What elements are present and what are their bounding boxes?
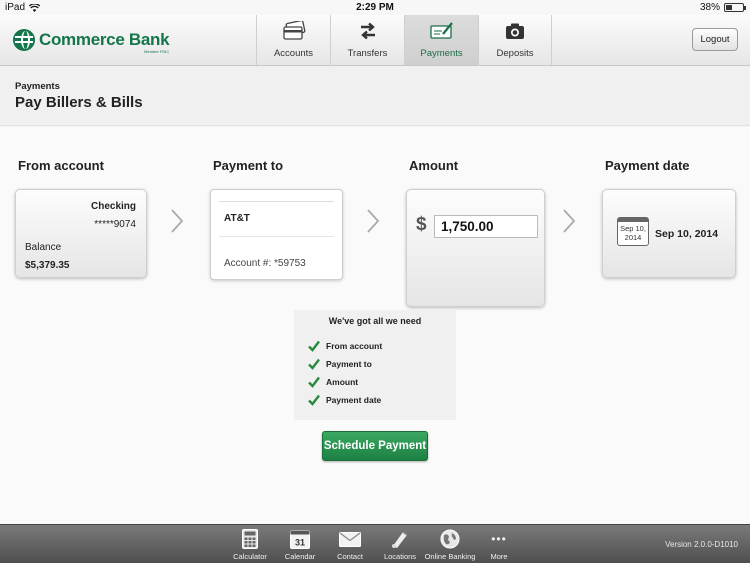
checklist-heading: We've got all we need <box>328 316 422 326</box>
bottom-toolbar: Calculator 31 Calendar Contact Locations… <box>0 524 750 563</box>
tab-transfers[interactable]: Transfers <box>330 15 404 65</box>
envelope-icon <box>339 528 361 550</box>
status-bar: iPad 2:29 PM 38% <box>0 0 750 15</box>
toolbar-contact[interactable]: Contact <box>334 528 366 561</box>
checkmark-icon <box>308 376 320 388</box>
toolbar-locations[interactable]: Locations <box>382 528 418 561</box>
checklist-item-label: Payment to <box>326 359 372 369</box>
toolbar-calendar-label: Calendar <box>284 552 316 561</box>
page-title: Pay Billers & Bills <box>15 94 143 111</box>
calendar-icon-glyph: 31 <box>295 538 305 548</box>
toolbar-calculator-label: Calculator <box>233 552 267 561</box>
currency-symbol: $ <box>416 214 427 235</box>
divider <box>219 236 334 237</box>
tab-deposits-label: Deposits <box>496 48 534 59</box>
chevron-right-icon <box>367 209 380 233</box>
from-account-card[interactable]: Checking *****9074 Balance $5,379.35 <box>15 189 147 278</box>
checklist-item-label: From account <box>326 341 383 351</box>
checklist-item: Payment date <box>308 394 381 406</box>
calculator-icon <box>242 528 258 550</box>
checkmark-icon <box>308 358 320 370</box>
map-pin-icon <box>390 528 410 550</box>
app-header: Commerce Bank Member FDIC Accounts Trans… <box>0 15 750 66</box>
tab-payments[interactable]: Payments <box>404 15 478 65</box>
amount-card: $ 1,750.00 <box>406 189 545 307</box>
amount-input[interactable]: 1,750.00 <box>434 215 538 238</box>
clock: 2:29 PM <box>356 2 394 13</box>
toolbar-more-label: More <box>490 552 508 561</box>
toolbar-locations-label: Locations <box>383 552 417 561</box>
tab-transfers-label: Transfers <box>347 48 388 59</box>
payee-account: Account #: *59753 <box>224 258 306 269</box>
payment-form: From account Payment to Amount Payment d… <box>0 127 750 524</box>
logo-globe-icon <box>13 29 35 51</box>
balance-value: $5,379.35 <box>25 260 70 271</box>
payment-date-value: Sep 10, 2014 <box>655 228 719 240</box>
tab-accounts[interactable]: Accounts <box>256 15 330 65</box>
payment-to-card[interactable]: AT&T Account #: *59753 <box>210 189 343 281</box>
checkmark-icon <box>308 340 320 352</box>
toolbar-calculator[interactable]: Calculator <box>233 528 267 561</box>
account-number: *****9074 <box>94 219 136 230</box>
balance-label: Balance <box>25 242 62 253</box>
payment-to-label: Payment to <box>213 158 284 173</box>
credit-card-icon <box>282 20 306 42</box>
breadcrumb: Payments <box>15 81 60 92</box>
page-header: Payments Pay Billers & Bills <box>0 66 750 126</box>
main-nav: Accounts Transfers Payments Deposits <box>256 15 552 65</box>
account-type: Checking <box>90 201 136 212</box>
tab-accounts-label: Accounts <box>273 48 314 59</box>
toolbar-calendar[interactable]: 31 Calendar <box>284 528 316 561</box>
payment-date-label: Payment date <box>605 158 690 173</box>
more-dots-icon: ••• <box>491 532 507 546</box>
schedule-payment-button[interactable]: Schedule Payment <box>322 431 428 461</box>
logo-name: Commerce Bank <box>39 30 170 49</box>
checklist-item: Payment to <box>308 358 372 370</box>
globe-icon <box>440 528 460 550</box>
camera-icon <box>505 20 525 42</box>
commerce-bank-logo: Commerce Bank Member FDIC <box>13 29 170 54</box>
battery-icon <box>724 3 746 12</box>
checklist-item-label: Amount <box>326 377 359 387</box>
checklist-item: Amount <box>308 376 358 388</box>
logout-button[interactable]: Logout <box>692 28 738 51</box>
battery-percent: 38% <box>699 2 720 13</box>
tab-deposits[interactable]: Deposits <box>478 15 552 65</box>
tab-payments-label: Payments <box>420 48 463 59</box>
payee-name: AT&T <box>224 213 250 224</box>
checkmark-icon <box>308 394 320 406</box>
from-account-label: From account <box>18 158 104 173</box>
toolbar-online-banking[interactable]: Online Banking <box>423 528 477 561</box>
calendar-icon: 31 <box>290 528 310 550</box>
toolbar-online-banking-label: Online Banking <box>424 552 476 561</box>
calendar-icon: Sep 10, 2014 <box>617 217 649 246</box>
divider <box>219 201 334 202</box>
chevron-right-icon <box>563 209 576 233</box>
amount-label: Amount <box>409 158 459 173</box>
ready-checklist: We've got all we need From account Payme… <box>294 310 456 420</box>
version-label: Version 2.0.0-D1010 <box>665 540 738 549</box>
checklist-item-label: Payment date <box>326 395 382 405</box>
payment-date-card[interactable]: Sep 10, 2014 Sep 10, 2014 <box>602 189 736 278</box>
checklist-item: From account <box>308 340 382 352</box>
check-pen-icon <box>429 20 454 42</box>
logo-fdic: Member FDIC <box>144 49 170 54</box>
transfer-arrows-icon <box>359 20 377 42</box>
chevron-right-icon <box>171 209 184 233</box>
toolbar-contact-label: Contact <box>337 552 363 561</box>
toolbar-more[interactable]: ••• More <box>485 528 513 561</box>
payee-card-front: AT&T Account #: *59753 <box>210 189 343 280</box>
